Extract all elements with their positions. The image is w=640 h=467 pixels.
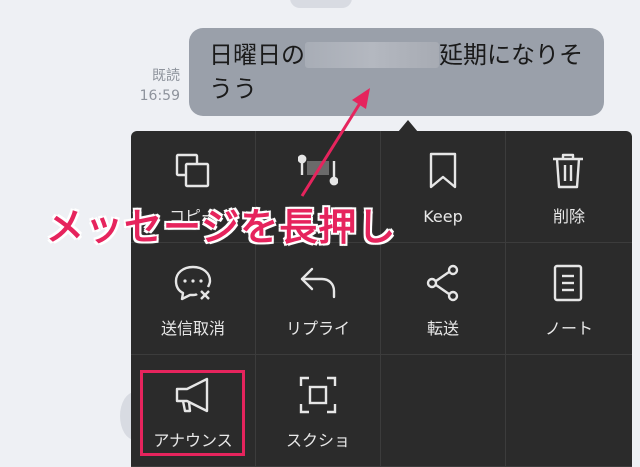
share-icon bbox=[423, 263, 463, 303]
redacted-text bbox=[305, 42, 439, 68]
unsend-icon bbox=[173, 263, 213, 303]
bookmark-icon bbox=[423, 151, 463, 191]
menu-item-delete[interactable]: 削除 bbox=[506, 131, 632, 243]
menu-empty-cell bbox=[506, 355, 632, 467]
message-text-start: 日曜日の bbox=[209, 41, 305, 69]
menu-item-unsend[interactable]: 送信取消 bbox=[131, 243, 256, 355]
menu-item-reply[interactable]: リプライ bbox=[256, 243, 381, 355]
message-bubble[interactable]: 日曜日の 延期になりそうう bbox=[189, 28, 604, 116]
read-status: 既読 bbox=[152, 68, 180, 84]
menu-item-keep[interactable]: Keep bbox=[381, 131, 506, 243]
reply-icon bbox=[298, 263, 338, 303]
menu-item-label: ノート bbox=[544, 319, 593, 338]
screenshot-icon bbox=[298, 375, 338, 415]
menu-item-screenshot[interactable]: スクショ bbox=[256, 355, 381, 467]
menu-item-note[interactable]: ノート bbox=[506, 243, 632, 355]
message-time: 16:59 bbox=[139, 88, 180, 104]
note-icon bbox=[548, 263, 588, 303]
menu-empty-cell bbox=[381, 355, 506, 467]
menu-item-label: 削除 bbox=[552, 207, 585, 226]
menu-item-label: リプライ bbox=[285, 319, 350, 338]
menu-item-label: 転送 bbox=[426, 319, 459, 338]
trash-icon bbox=[548, 151, 588, 191]
date-chip bbox=[290, 0, 352, 8]
highlight-box bbox=[140, 370, 245, 456]
read-info: 既読 16:59 bbox=[126, 66, 180, 106]
menu-item-label: 送信取消 bbox=[160, 319, 225, 338]
annotation-text: メッセージを長押し bbox=[45, 204, 397, 250]
menu-item-label: Keep bbox=[423, 207, 463, 226]
copy-icon bbox=[173, 151, 213, 191]
menu-item-label: スクショ bbox=[285, 431, 350, 450]
menu-item-forward[interactable]: 転送 bbox=[381, 243, 506, 355]
select-text-icon bbox=[297, 151, 339, 191]
